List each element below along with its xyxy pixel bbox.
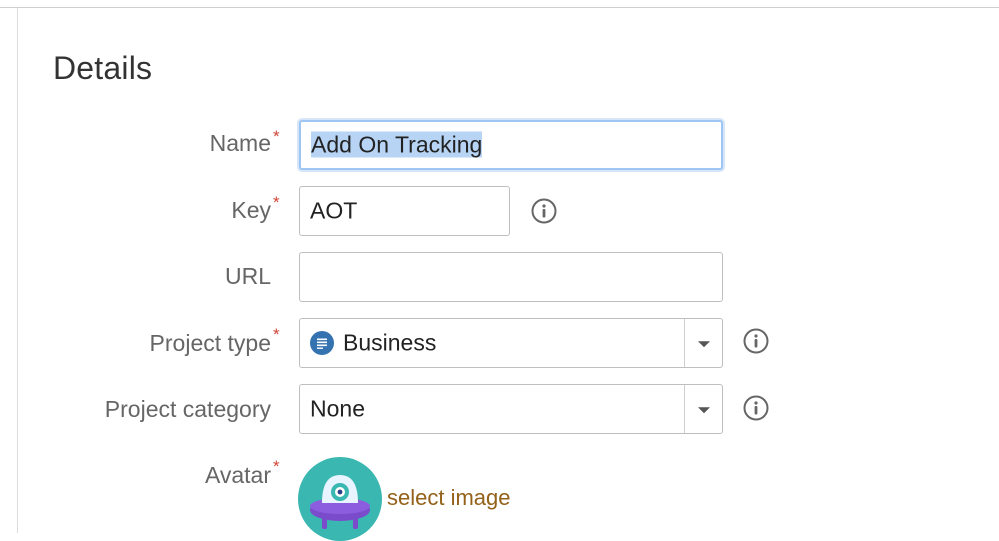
name-label: Name	[209, 130, 271, 156]
avatar-label: Avatar	[204, 462, 271, 488]
key-input[interactable]: AOT	[299, 186, 510, 236]
project-type-dropdown-toggle[interactable]	[684, 319, 722, 367]
project-type-required-marker: *	[273, 325, 280, 344]
project-type-select[interactable]: Business	[299, 318, 723, 368]
name-input[interactable]: Add On Tracking	[299, 120, 723, 170]
info-icon[interactable]	[531, 198, 557, 224]
project-type-value: Business	[343, 329, 437, 356]
top-divider	[0, 7, 999, 8]
url-label: URL	[224, 263, 271, 289]
info-icon[interactable]	[743, 328, 769, 354]
key-required-marker: *	[273, 193, 280, 212]
key-label: Key	[231, 197, 271, 223]
chevron-down-icon	[697, 407, 710, 414]
name-required-marker: *	[273, 127, 280, 146]
project-category-dropdown-toggle[interactable]	[684, 385, 722, 433]
page-title: Details	[53, 50, 153, 86]
info-icon[interactable]	[743, 395, 769, 421]
project-category-label: Project category	[104, 396, 271, 422]
left-divider	[17, 8, 18, 533]
project-type-label: Project type	[149, 330, 271, 356]
avatar-required-marker: *	[273, 457, 280, 476]
chevron-down-icon	[697, 341, 710, 348]
url-input[interactable]	[299, 252, 723, 302]
select-image-link[interactable]: select image	[387, 485, 511, 511]
key-input-value: AOT	[310, 197, 358, 224]
project-avatar[interactable]	[298, 457, 382, 541]
business-project-icon	[310, 331, 334, 355]
project-category-value: None	[310, 395, 365, 422]
name-input-value: Add On Tracking	[311, 131, 483, 158]
project-category-select[interactable]: None	[299, 384, 723, 434]
